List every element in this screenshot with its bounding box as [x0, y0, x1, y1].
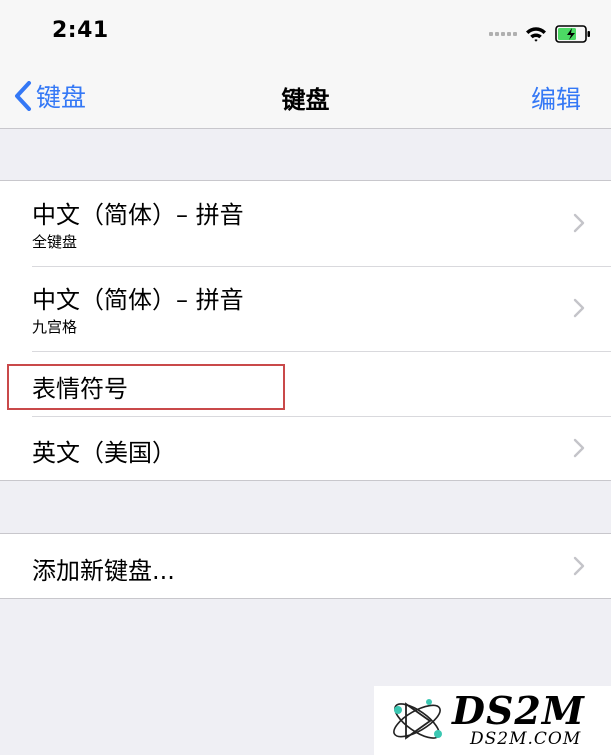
page-title: 键盘	[281, 86, 330, 114]
status-icons	[489, 24, 591, 44]
chevron-right-icon	[573, 213, 585, 233]
keyboard-subtitle: 全键盘	[32, 233, 78, 251]
keyboard-row-pinyin-full[interactable]: 中文（简体）– 拼音 全键盘	[0, 181, 611, 266]
keyboard-title: 表情符号	[32, 375, 128, 403]
keyboard-title: 英文（美国）	[32, 439, 176, 467]
chevron-right-icon	[573, 438, 585, 458]
chevron-right-icon	[573, 556, 585, 576]
keyboard-row-english-us[interactable]: 英文（美国）	[0, 416, 611, 480]
keyboard-title: 中文（简体）– 拼音	[32, 201, 244, 229]
status-time: 2:41	[52, 18, 109, 43]
edit-button[interactable]: 编辑	[531, 80, 581, 116]
signal-icon	[489, 32, 517, 36]
status-bar: 2:41	[0, 0, 611, 66]
keyboard-row-pinyin-9key[interactable]: 中文（简体）– 拼音 九宫格	[0, 266, 611, 351]
chevron-right-icon	[573, 298, 585, 318]
add-keyboard-group: 添加新键盘...	[0, 533, 611, 599]
add-keyboard-label: 添加新键盘...	[32, 557, 175, 585]
wifi-icon	[526, 27, 546, 42]
watermark-site: DS2M.COM	[470, 729, 582, 749]
watermark: DS2M DS2M.COM	[374, 686, 611, 755]
atom-logo-icon	[393, 699, 442, 740]
keyboard-row-emoji[interactable]: 表情符号	[0, 351, 611, 416]
add-keyboard-row[interactable]: 添加新键盘...	[0, 534, 611, 598]
keyboard-title: 中文（简体）– 拼音	[32, 286, 244, 314]
watermark-logo-text: DS2M	[452, 688, 585, 733]
keyboard-subtitle: 九宫格	[32, 318, 78, 336]
keyboard-list: 中文（简体）– 拼音 全键盘 中文（简体）– 拼音 九宫格 表情符号 英文（美国…	[0, 180, 611, 481]
navigation-bar: 键盘 键盘 编辑	[0, 66, 611, 129]
battery-icon	[555, 25, 590, 43]
